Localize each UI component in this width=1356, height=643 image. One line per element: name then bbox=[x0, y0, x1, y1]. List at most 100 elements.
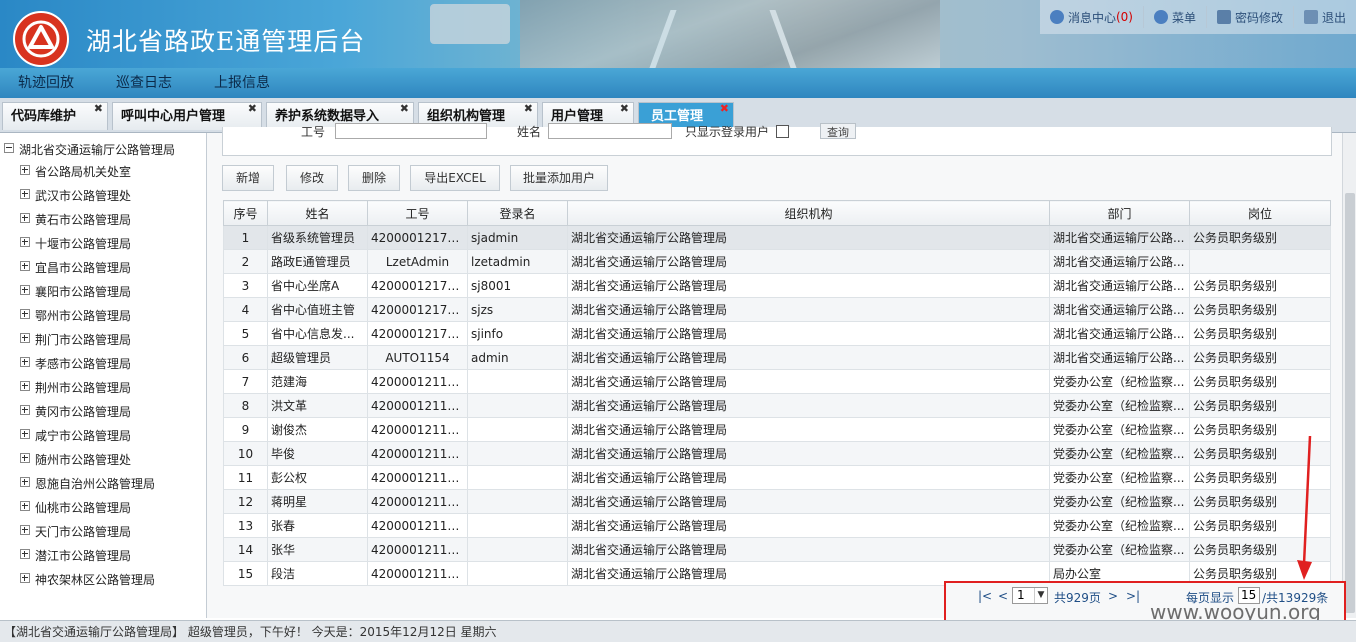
expand-icon[interactable] bbox=[20, 237, 30, 247]
close-icon[interactable]: ✖ bbox=[94, 95, 103, 123]
prev-page-button[interactable]: < bbox=[998, 589, 1008, 603]
tree-node[interactable]: 荆州市公路管理局 bbox=[20, 379, 131, 396]
close-icon[interactable]: ✖ bbox=[620, 95, 629, 123]
tree-node[interactable]: 襄阳市公路管理局 bbox=[20, 283, 131, 300]
edit-button[interactable]: 修改 bbox=[286, 165, 338, 191]
table-row[interactable]: 11 彭公权 42000012110... 湖北省交通运输厅公路管理局 党委办公室（纪检… bbox=[223, 465, 1331, 490]
tree-node[interactable]: 天门市公路管理局 bbox=[20, 523, 131, 540]
close-icon[interactable]: ✖ bbox=[400, 95, 409, 123]
table-cell: LzetAdmin bbox=[367, 249, 468, 274]
tree-node[interactable]: 恩施自治州公路管理局 bbox=[20, 475, 155, 492]
tree-node[interactable]: 荆门市公路管理局 bbox=[20, 331, 131, 348]
expand-icon[interactable] bbox=[20, 309, 30, 319]
table-row[interactable]: 3 省中心坐席A 42000012170... sj8001 湖北省交通运输厅公路管理局… bbox=[223, 273, 1331, 298]
page-select[interactable]: 1 ▼ bbox=[1012, 587, 1048, 604]
table-row[interactable]: 1 省级系统管理员 42000012170... sjadmin 湖北省交通运输厅公路管… bbox=[223, 225, 1331, 250]
collapse-icon[interactable] bbox=[4, 143, 14, 153]
tree-node[interactable]: 省公路局机关处室 bbox=[20, 163, 131, 180]
column-header[interactable]: 姓名 bbox=[267, 200, 368, 226]
table-row[interactable]: 9 谢俊杰 42000012110... 湖北省交通运输厅公路管理局 党委办公室（纪检监… bbox=[223, 417, 1331, 442]
tree-node[interactable]: 黄石市公路管理局 bbox=[20, 211, 131, 228]
table-header-row: 序号 姓名 工号 登录名 组织机构 部门 岗位 bbox=[223, 200, 1331, 226]
tree-node[interactable]: 十堰市公路管理局 bbox=[20, 235, 131, 252]
tree-node[interactable]: 鄂州市公路管理局 bbox=[20, 307, 131, 324]
tree-node[interactable]: 潜江市公路管理局 bbox=[20, 547, 131, 564]
nav-report-info[interactable]: 上报信息 bbox=[214, 68, 270, 98]
tree-node[interactable]: 仙桃市公路管理局 bbox=[20, 499, 131, 516]
table-cell: 11 bbox=[223, 465, 268, 490]
close-icon[interactable]: ✖ bbox=[248, 95, 257, 123]
column-header[interactable]: 工号 bbox=[367, 200, 468, 226]
expand-icon[interactable] bbox=[20, 261, 30, 271]
expand-icon[interactable] bbox=[20, 429, 30, 439]
batch-add-users-button[interactable]: 批量添加用户 bbox=[510, 165, 608, 191]
expand-icon[interactable] bbox=[20, 381, 30, 391]
menu-link[interactable]: 菜单 bbox=[1144, 6, 1207, 28]
column-header[interactable]: 序号 bbox=[223, 200, 268, 226]
query-button[interactable]: 查询 bbox=[820, 123, 856, 139]
message-center-link[interactable]: 消息中心 (0) bbox=[1040, 6, 1144, 28]
column-header[interactable]: 部门 bbox=[1049, 200, 1190, 226]
expand-icon[interactable] bbox=[20, 165, 30, 175]
delete-button[interactable]: 删除 bbox=[348, 165, 400, 191]
logout-link[interactable]: 退出 bbox=[1294, 6, 1356, 28]
add-button[interactable]: 新增 bbox=[222, 165, 274, 191]
scrollbar-thumb[interactable] bbox=[1345, 193, 1355, 613]
table-row[interactable]: 10 毕俊 42000012110... 湖北省交通运输厅公路管理局 党委办公室（纪检监… bbox=[223, 441, 1331, 466]
message-center-label: 消息中心 bbox=[1067, 10, 1116, 25]
close-icon[interactable]: ✖ bbox=[720, 95, 729, 123]
column-header[interactable]: 登录名 bbox=[467, 200, 568, 226]
staff-id-input[interactable] bbox=[335, 123, 487, 139]
expand-icon[interactable] bbox=[20, 501, 30, 511]
expand-icon[interactable] bbox=[20, 357, 30, 367]
nav-patrol-log[interactable]: 巡查日志 bbox=[116, 68, 172, 98]
last-page-button[interactable]: >| bbox=[1126, 589, 1140, 603]
expand-icon[interactable] bbox=[20, 333, 30, 343]
tree-node-label: 仙桃市公路管理局 bbox=[35, 501, 132, 515]
next-page-button[interactable]: > bbox=[1108, 589, 1118, 603]
table-row[interactable]: 5 省中心信息发... 42000012170... sjinfo 湖北省交通运输厅公路… bbox=[223, 321, 1331, 346]
tree-node[interactable]: 随州市公路管理处 bbox=[20, 451, 131, 468]
change-password-link[interactable]: 密码修改 bbox=[1207, 6, 1294, 28]
tree-node[interactable]: 孝感市公路管理局 bbox=[20, 355, 131, 372]
vertical-scrollbar[interactable] bbox=[1342, 133, 1356, 618]
table-row[interactable]: 14 张华 42000012110... 湖北省交通运输厅公路管理局 党委办公室（纪检监… bbox=[223, 537, 1331, 562]
tree-node[interactable]: 宜昌市公路管理局 bbox=[20, 259, 131, 276]
login-only-checkbox[interactable] bbox=[776, 125, 789, 138]
expand-icon[interactable] bbox=[20, 453, 30, 463]
nav-track-playback[interactable]: 轨迹回放 bbox=[18, 68, 74, 98]
tree-node-label: 十堰市公路管理局 bbox=[35, 237, 132, 251]
column-header[interactable]: 组织机构 bbox=[567, 200, 1050, 226]
expand-icon[interactable] bbox=[20, 573, 30, 583]
table-row[interactable]: 13 张春 42000012110... 湖北省交通运输厅公路管理局 党委办公室（纪检监… bbox=[223, 513, 1331, 538]
message-icon bbox=[1049, 10, 1064, 24]
tree-node[interactable]: 武汉市公路管理处 bbox=[20, 187, 131, 204]
tab-call-center-users[interactable]: 呼叫中心用户管理 ✖ bbox=[112, 102, 262, 130]
table-row[interactable]: 12 蒋明星 42000012110... 湖北省交通运输厅公路管理局 党委办公室（纪检… bbox=[223, 489, 1331, 514]
column-header[interactable]: 岗位 bbox=[1189, 200, 1331, 226]
tree-node[interactable]: 黄冈市公路管理局 bbox=[20, 403, 131, 420]
expand-icon[interactable] bbox=[20, 405, 30, 415]
table-row[interactable]: 6 超级管理员 AUTO1154 admin 湖北省交通运输厅公路管理局 湖北省交通运输厅… bbox=[223, 345, 1331, 370]
tree-root[interactable]: 湖北省交通运输厅公路管理局 bbox=[4, 141, 175, 158]
expand-icon[interactable] bbox=[20, 477, 30, 487]
annotation-arrow bbox=[1297, 436, 1312, 580]
tree-node[interactable]: 咸宁市公路管理局 bbox=[20, 427, 131, 444]
name-input[interactable] bbox=[548, 123, 672, 139]
expand-icon[interactable] bbox=[20, 189, 30, 199]
table-row[interactable]: 2 路政E通管理员 LzetAdmin lzetadmin 湖北省交通运输厅公路管理局湖… bbox=[223, 249, 1331, 274]
table-row[interactable]: 8 洪文革 42000012110... 湖北省交通运输厅公路管理局 党委办公室（纪检监… bbox=[223, 393, 1331, 418]
first-page-button[interactable]: |< bbox=[978, 589, 992, 603]
expand-icon[interactable] bbox=[20, 549, 30, 559]
expand-icon[interactable] bbox=[20, 285, 30, 295]
tree-node[interactable]: 神农架林区公路管理局 bbox=[20, 571, 155, 588]
expand-icon[interactable] bbox=[20, 213, 30, 223]
export-excel-button[interactable]: 导出EXCEL bbox=[410, 165, 500, 191]
tab-code-library[interactable]: 代码库维护 ✖ bbox=[2, 102, 108, 130]
table-cell bbox=[467, 489, 568, 514]
table-row[interactable]: 4 省中心值班主管 42000012170... sjzs 湖北省交通运输厅公路管理局湖… bbox=[223, 297, 1331, 322]
table-row[interactable]: 7 范建海 42000012110... 湖北省交通运输厅公路管理局 党委办公室（纪检监… bbox=[223, 369, 1331, 394]
expand-icon[interactable] bbox=[20, 525, 30, 535]
top-links: 消息中心 (0) 菜单 密码修改 退出 bbox=[1039, 0, 1356, 34]
close-icon[interactable]: ✖ bbox=[524, 95, 533, 123]
